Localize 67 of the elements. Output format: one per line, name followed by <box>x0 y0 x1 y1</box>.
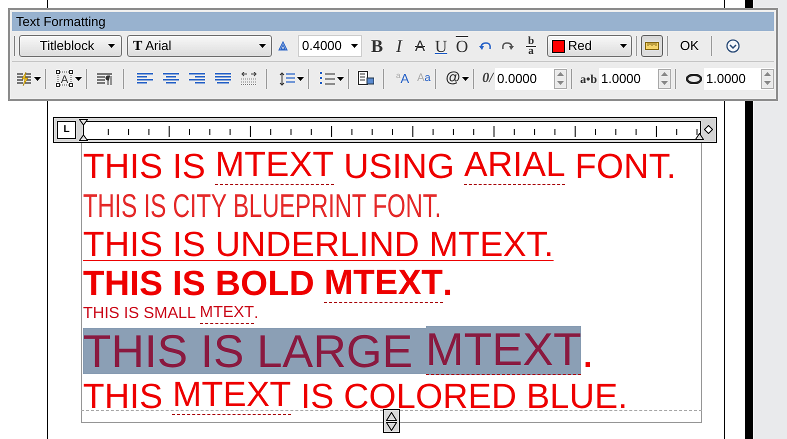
caret-icon <box>620 44 627 48</box>
spin-button[interactable] <box>554 68 568 88</box>
color-dropdown[interactable]: Red <box>547 35 632 57</box>
caret-icon <box>351 44 358 48</box>
ok-button[interactable]: OK <box>672 35 707 57</box>
down-arrow-icon <box>764 81 771 85</box>
resize-handle-icon[interactable] <box>383 409 400 433</box>
caret-icon <box>75 76 82 80</box>
strikethrough-button[interactable]: A <box>412 38 428 54</box>
tracking-label: a•b <box>580 70 597 88</box>
up-arrow-icon <box>557 72 564 76</box>
italic-button[interactable]: I <box>391 37 407 55</box>
caret-icon <box>108 44 115 48</box>
distribute-icon[interactable] <box>241 72 257 85</box>
spin-button[interactable] <box>761 68 774 88</box>
symbol-button[interactable]: @ <box>446 67 470 90</box>
text-line: THIS IS SMALL MTEXT. <box>83 303 260 325</box>
align-right-icon[interactable] <box>189 72 205 84</box>
up-arrow-icon <box>764 72 771 76</box>
undo-icon[interactable] <box>479 42 492 50</box>
color-swatch <box>552 40 565 52</box>
redo-icon[interactable] <box>501 42 514 50</box>
window-title: Text Formatting <box>16 15 106 28</box>
ruler-toggle-button[interactable] <box>641 35 663 57</box>
tab-type-toggle[interactable]: L <box>57 121 76 139</box>
text-height-field[interactable]: 0.4000 <box>298 35 362 57</box>
tracking-field[interactable]: 1.0000 <box>599 68 671 90</box>
caret-icon <box>34 76 41 80</box>
numbering-button[interactable] <box>319 72 344 86</box>
underline-button[interactable]: U <box>433 38 449 54</box>
justification-button[interactable]: A <box>56 70 82 87</box>
justify-icon[interactable] <box>215 72 231 84</box>
overline-button[interactable]: O <box>454 38 470 54</box>
caret-icon <box>259 44 266 48</box>
width-handle-icon[interactable] <box>704 125 713 134</box>
caret-icon <box>337 76 344 80</box>
up-arrow-icon <box>661 72 668 76</box>
columns-button[interactable] <box>16 72 41 86</box>
align-left-icon[interactable] <box>137 72 153 84</box>
align-center-icon[interactable] <box>163 72 179 84</box>
bold-button[interactable]: B <box>368 37 386 55</box>
text-line: THIS MTEXT IS COLORED BLUE. <box>83 376 629 416</box>
style-dropdown[interactable]: Titleblock <box>19 35 122 57</box>
lowercase-button[interactable]: Aa <box>417 73 431 84</box>
line-spacing-button[interactable] <box>279 72 304 86</box>
spin-button[interactable] <box>658 68 671 88</box>
oblique-angle-label: 0/ <box>482 70 494 88</box>
right-margin-marker-icon[interactable] <box>695 133 704 140</box>
caret-icon <box>462 76 470 80</box>
insert-field-icon[interactable] <box>358 71 374 86</box>
text-line: THIS IS MTEXT USING ARIAL FONT. <box>83 146 676 186</box>
options-icon[interactable] <box>726 39 740 53</box>
down-arrow-icon <box>661 81 668 85</box>
text-line: THIS IS CITY BLUEPRINT FONT. <box>83 186 442 224</box>
caret-icon <box>297 76 304 80</box>
oblique-angle-field[interactable]: 0.0000 <box>495 68 568 90</box>
annotative-icon[interactable] <box>278 41 288 51</box>
paragraph-icon[interactable] <box>97 72 113 84</box>
width-factor-icon <box>686 74 702 84</box>
indent-marker-icon[interactable] <box>79 119 88 141</box>
ruler-icon <box>645 42 659 50</box>
down-arrow-icon <box>557 81 564 85</box>
stack-button[interactable]: b a <box>523 36 539 56</box>
text-line: THIS IS UNDERLIND MTEXT. <box>83 224 555 264</box>
font-dropdown[interactable]: T Arial <box>127 35 272 57</box>
width-factor-field[interactable]: 1.0000 <box>704 68 774 90</box>
text-line: THIS IS BOLD MTEXT. <box>83 264 454 303</box>
